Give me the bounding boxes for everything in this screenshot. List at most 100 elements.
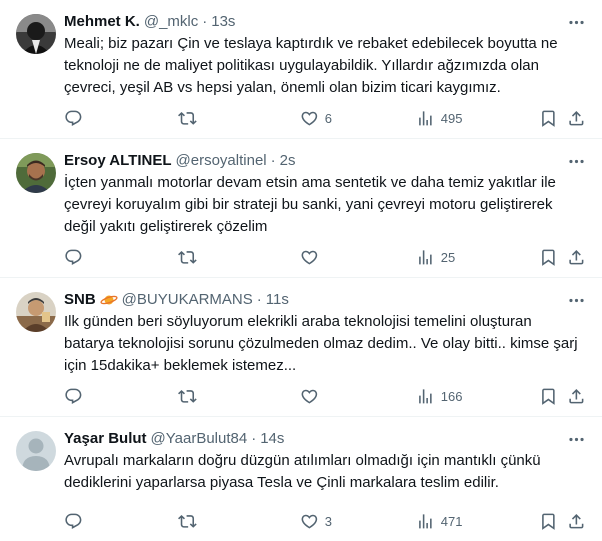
author-name[interactable]: Ersoy ALTINEL — [64, 151, 172, 171]
timestamp[interactable]: 13s — [211, 12, 235, 32]
tweet-item[interactable]: Yaşar Bulut @YaarBulut84 · 14s Avrupalı … — [0, 417, 602, 541]
share-button[interactable] — [567, 386, 586, 406]
bookmark-button[interactable] — [539, 511, 558, 531]
separator-dot: · — [256, 291, 262, 308]
bookmark-button[interactable] — [539, 108, 558, 128]
reply-icon — [65, 249, 82, 265]
bookmark-icon — [542, 110, 555, 127]
more-options-button[interactable] — [566, 290, 586, 310]
author-handle[interactable]: @ersoyaltinel — [176, 151, 267, 171]
author-name[interactable]: Yaşar Bulut — [64, 429, 147, 449]
share-icon — [569, 110, 584, 126]
more-icon — [568, 159, 584, 163]
tweet-item[interactable]: Mehmet K. @_mklc · 13s Meali; biz pazarı… — [0, 0, 602, 139]
heart-icon — [301, 514, 318, 529]
tweet-text: Ilk günden beri söyluyorum elekrikli ara… — [64, 313, 578, 374]
author-handle[interactable]: @BUYUKARMANS — [122, 290, 253, 310]
avatar[interactable] — [16, 14, 56, 54]
author-handle[interactable]: @YaarBulut84 — [151, 429, 248, 449]
more-icon — [568, 298, 584, 302]
tweet-actions: 6 495 — [64, 108, 586, 128]
retweet-button[interactable] — [178, 511, 203, 531]
more-options-button[interactable] — [566, 151, 586, 171]
tweet-actions: 25 — [64, 247, 586, 267]
tweet-text: Meali; biz pazarı Çin ve teslaya kaptırd… — [64, 35, 558, 96]
separator-dot: · — [270, 152, 276, 169]
tweet-actions: 166 — [64, 386, 586, 406]
share-icon — [569, 249, 584, 265]
reply-button[interactable] — [64, 247, 89, 267]
timestamp[interactable]: 14s — [260, 429, 284, 449]
view-count: 25 — [440, 249, 456, 265]
share-button[interactable] — [567, 108, 586, 128]
reply-icon — [65, 388, 82, 404]
reply-button[interactable] — [64, 108, 89, 128]
like-button[interactable] — [300, 247, 325, 267]
share-icon — [569, 388, 584, 404]
like-count: 3 — [324, 513, 332, 529]
heart-icon — [301, 389, 318, 404]
views-icon — [419, 388, 432, 404]
more-options-button[interactable] — [566, 429, 586, 449]
retweet-icon — [178, 111, 197, 125]
tweet-item[interactable]: Ersoy ALTINEL @ersoyaltinel · 2s İçten y… — [0, 139, 602, 278]
view-count: 471 — [440, 513, 463, 529]
tweet-feed: Mehmet K. @_mklc · 13s Meali; biz pazarı… — [0, 0, 602, 541]
author-handle[interactable]: @_mklc — [144, 12, 198, 32]
author-name[interactable]: SNB — [64, 290, 96, 310]
reply-button[interactable] — [64, 511, 89, 531]
share-button[interactable] — [567, 511, 586, 531]
retweet-button[interactable] — [178, 386, 203, 406]
heart-icon — [301, 250, 318, 265]
timestamp[interactable]: 11s — [266, 290, 289, 310]
bookmark-button[interactable] — [539, 247, 558, 267]
tweet-header: Ersoy ALTINEL @ersoyaltinel · 2s — [64, 151, 586, 171]
avatar[interactable] — [16, 153, 56, 193]
tweet-actions: 3 471 — [64, 511, 586, 531]
tweet-text: Avrupalı markaların doğru düzgün atılıml… — [64, 452, 541, 491]
author-name[interactable]: Mehmet K. — [64, 12, 140, 32]
views-icon — [419, 110, 432, 126]
views-icon — [419, 513, 432, 529]
tweet-header: Mehmet K. @_mklc · 13s — [64, 12, 586, 32]
views-icon — [419, 249, 432, 265]
like-button[interactable] — [300, 386, 325, 406]
more-icon — [568, 20, 584, 24]
tweet-item[interactable]: SNB @BUYUKARMANS · 11s Ilk günden beri s… — [0, 278, 602, 417]
like-button[interactable]: 3 — [300, 511, 332, 531]
share-button[interactable] — [567, 247, 586, 267]
views-button[interactable]: 495 — [416, 108, 462, 128]
view-count: 495 — [440, 110, 463, 126]
more-options-button[interactable] — [566, 12, 586, 32]
views-button[interactable]: 166 — [416, 386, 462, 406]
views-button[interactable]: 25 — [416, 247, 455, 267]
retweet-icon — [178, 514, 197, 528]
view-count: 166 — [440, 388, 463, 404]
more-icon — [568, 437, 584, 441]
heart-icon — [301, 111, 318, 126]
share-icon — [569, 513, 584, 529]
planet-emoji-icon — [100, 292, 118, 308]
reply-icon — [65, 513, 82, 529]
tweet-header: Yaşar Bulut @YaarBulut84 · 14s — [64, 429, 586, 449]
tweet-header: SNB @BUYUKARMANS · 11s — [64, 290, 586, 310]
avatar[interactable] — [16, 292, 56, 332]
bookmark-icon — [542, 513, 555, 530]
views-button[interactable]: 471 — [416, 511, 462, 531]
retweet-icon — [178, 250, 197, 264]
like-button[interactable]: 6 — [300, 108, 332, 128]
tweet-text: İçten yanmalı motorlar devam etsin ama s… — [64, 174, 556, 235]
retweet-button[interactable] — [178, 247, 203, 267]
bookmark-button[interactable] — [539, 386, 558, 406]
separator-dot: · — [202, 13, 208, 30]
bookmark-icon — [542, 388, 555, 405]
like-count: 6 — [324, 110, 332, 126]
avatar[interactable] — [16, 431, 56, 471]
bookmark-icon — [542, 249, 555, 266]
reply-button[interactable] — [64, 386, 89, 406]
retweet-icon — [178, 389, 197, 403]
separator-dot: · — [251, 430, 257, 447]
retweet-button[interactable] — [178, 108, 203, 128]
reply-icon — [65, 110, 82, 126]
timestamp[interactable]: 2s — [280, 151, 296, 171]
